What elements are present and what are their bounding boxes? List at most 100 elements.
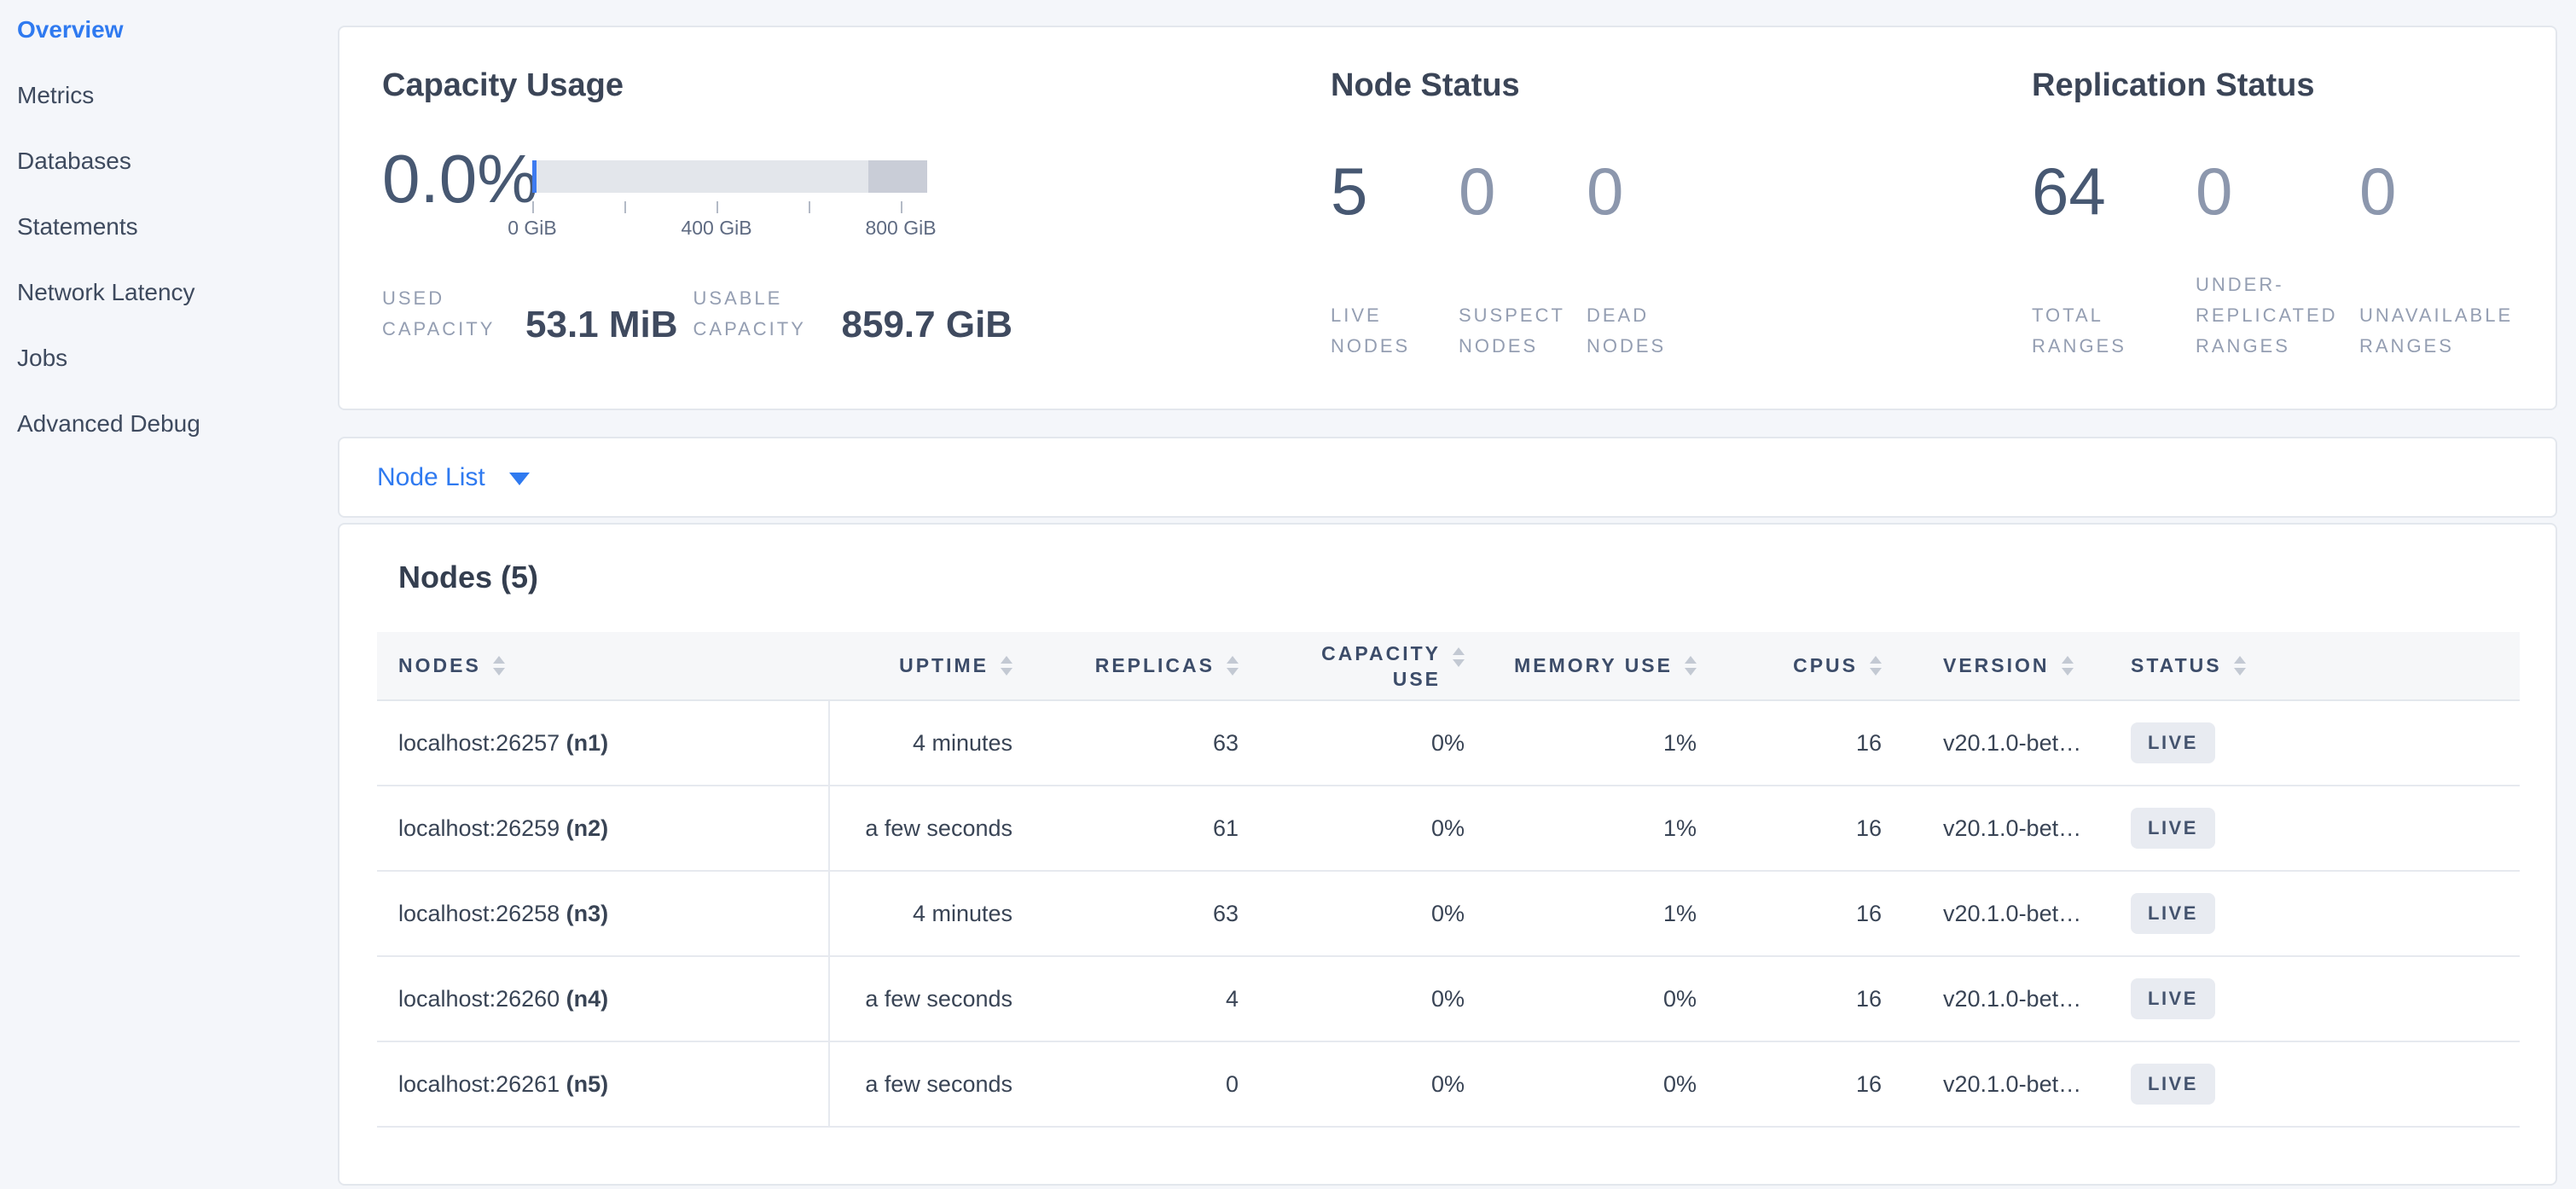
unavailable-ranges-label: UNAVAILABLE RANGES — [2359, 300, 2523, 362]
node-address-link[interactable]: localhost:26257 — [398, 730, 560, 756]
capacity-meter-bar — [532, 160, 927, 193]
cpus-cell: 16 — [1712, 871, 1895, 956]
sidebar-item-jobs[interactable]: Jobs — [17, 344, 338, 373]
column-header-memory-use[interactable]: MEMORY USE — [1482, 632, 1712, 700]
total-ranges-value: 64 — [2032, 157, 2196, 225]
memory-use-cell: 1% — [1482, 786, 1712, 871]
cpus-cell: 16 — [1712, 956, 1895, 1041]
cpus-cell: 16 — [1712, 700, 1895, 786]
suspect-nodes-stat: 0 SUSPECT NODES — [1459, 157, 1587, 362]
dead-nodes-label: DEAD NODES — [1587, 300, 1714, 362]
usable-capacity-value: 859.7 GiB — [842, 305, 1013, 345]
column-label: REPLICAS — [1095, 654, 1215, 677]
capacity-use-cell: 0% — [1256, 956, 1482, 1041]
sidebar-item-statements[interactable]: Statements — [17, 212, 338, 241]
column-header-status[interactable]: STATUS — [2109, 632, 2520, 700]
cpus-cell: 16 — [1712, 786, 1895, 871]
node-address-link[interactable]: localhost:26258 — [398, 901, 560, 926]
table-row-node-2: localhost:26259 (n2) a few seconds 61 0%… — [377, 786, 2520, 871]
version-cell: v20.1.0-bet… — [1895, 1041, 2109, 1127]
replicas-cell: 4 — [1030, 956, 1256, 1041]
column-label: CPUS — [1793, 654, 1858, 677]
column-header-cpus[interactable]: CPUS — [1712, 632, 1895, 700]
column-header-uptime[interactable]: UPTIME — [829, 632, 1030, 700]
version-cell: v20.1.0-bet… — [1895, 700, 2109, 786]
node-id: (n2) — [566, 815, 609, 841]
replicas-cell: 63 — [1030, 700, 1256, 786]
replication-status-section: Replication Status 64 TOTAL RANGES 0 UND… — [2032, 65, 2556, 409]
suspect-nodes-label: SUSPECT NODES — [1459, 300, 1587, 362]
used-capacity-stat: USED CAPACITY 53.1 MiB — [382, 283, 678, 345]
sidebar-item-databases[interactable]: Databases — [17, 147, 338, 176]
nodes-table-title: Nodes (5) — [398, 559, 2520, 596]
status-badge: LIVE — [2131, 722, 2215, 763]
under-replicated-ranges-label: UNDER-REPLICATED RANGES — [2196, 270, 2359, 362]
column-header-nodes[interactable]: NODES — [377, 632, 829, 700]
tick-label-0: 0 GiB — [508, 217, 557, 240]
node-status-title: Node Status — [1331, 65, 2032, 106]
main-content: Capacity Usage 0.0% — [338, 0, 2576, 1189]
uptime-cell: a few seconds — [829, 1041, 1030, 1127]
capacity-usage-title: Capacity Usage — [382, 65, 1331, 106]
replicas-cell: 63 — [1030, 871, 1256, 956]
sidebar-item-overview[interactable]: Overview — [17, 15, 338, 44]
tick-label-400: 400 GiB — [681, 217, 751, 240]
node-address-link[interactable]: localhost:26261 — [398, 1071, 560, 1097]
column-header-capacity-use[interactable]: CAPACITY USE — [1256, 632, 1482, 700]
capacity-use-cell: 0% — [1256, 1041, 1482, 1127]
column-header-replicas[interactable]: REPLICAS — [1030, 632, 1256, 700]
replication-status-title: Replication Status — [2032, 65, 2556, 106]
sidebar-item-network-latency[interactable]: Network Latency — [17, 278, 338, 307]
sidebar-item-metrics[interactable]: Metrics — [17, 81, 338, 110]
replicas-cell: 0 — [1030, 1041, 1256, 1127]
total-ranges-label: TOTAL RANGES — [2032, 300, 2196, 362]
column-label: STATUS — [2131, 654, 2222, 677]
replicas-cell: 61 — [1030, 786, 1256, 871]
used-capacity-value: 53.1 MiB — [525, 305, 678, 345]
cpus-cell: 16 — [1712, 1041, 1895, 1127]
sort-icon — [2062, 656, 2074, 676]
nodes-table-card: Nodes (5) NODES UPTIME — [338, 523, 2557, 1186]
table-row-node-1: localhost:26257 (n1) 4 minutes 63 0% 1% … — [377, 700, 2520, 786]
memory-use-cell: 1% — [1482, 871, 1712, 956]
cluster-summary-card: Capacity Usage 0.0% — [338, 26, 2557, 410]
sort-icon — [1685, 656, 1697, 676]
suspect-nodes-value: 0 — [1459, 157, 1587, 225]
column-header-version[interactable]: VERSION — [1895, 632, 2109, 700]
view-selector-label: Node List — [377, 463, 485, 492]
column-label: CAPACITY USE — [1321, 641, 1441, 692]
column-label: VERSION — [1943, 654, 2050, 677]
app-root: Overview Metrics Databases Statements Ne… — [0, 0, 2576, 1189]
capacity-use-cell: 0% — [1256, 871, 1482, 956]
table-header-row: NODES UPTIME REPLICAS CAPACIT — [377, 632, 2520, 700]
dead-nodes-value: 0 — [1587, 157, 1714, 225]
node-id: (n1) — [566, 730, 609, 756]
view-selector-dropdown[interactable]: Node List — [338, 437, 2557, 518]
capacity-meter-ticks — [532, 193, 927, 215]
sort-icon — [1453, 647, 1465, 667]
chevron-down-icon — [509, 473, 530, 485]
sort-icon — [1001, 656, 1012, 676]
capacity-use-cell: 0% — [1256, 700, 1482, 786]
capacity-usage-section: Capacity Usage 0.0% — [382, 65, 1331, 409]
nodes-table: NODES UPTIME REPLICAS CAPACIT — [377, 632, 2520, 1128]
version-cell: v20.1.0-bet… — [1895, 786, 2109, 871]
status-badge: LIVE — [2131, 978, 2215, 1019]
sort-icon — [493, 656, 505, 676]
capacity-use-cell: 0% — [1256, 786, 1482, 871]
table-row-node-4: localhost:26260 (n4) a few seconds 4 0% … — [377, 956, 2520, 1041]
node-address-link[interactable]: localhost:26260 — [398, 986, 560, 1012]
status-badge: LIVE — [2131, 808, 2215, 849]
live-nodes-value: 5 — [1331, 157, 1459, 225]
status-badge: LIVE — [2131, 1064, 2215, 1105]
node-address-link[interactable]: localhost:26259 — [398, 815, 560, 841]
memory-use-cell: 0% — [1482, 956, 1712, 1041]
capacity-meter-used-marker — [532, 160, 537, 193]
live-nodes-label: LIVE NODES — [1331, 300, 1459, 362]
column-label: MEMORY USE — [1514, 654, 1673, 677]
column-label: NODES — [398, 654, 481, 677]
status-badge: LIVE — [2131, 893, 2215, 934]
sidebar: Overview Metrics Databases Statements Ne… — [0, 0, 338, 1189]
uptime-cell: 4 minutes — [829, 871, 1030, 956]
sidebar-item-advanced-debug[interactable]: Advanced Debug — [17, 409, 338, 438]
